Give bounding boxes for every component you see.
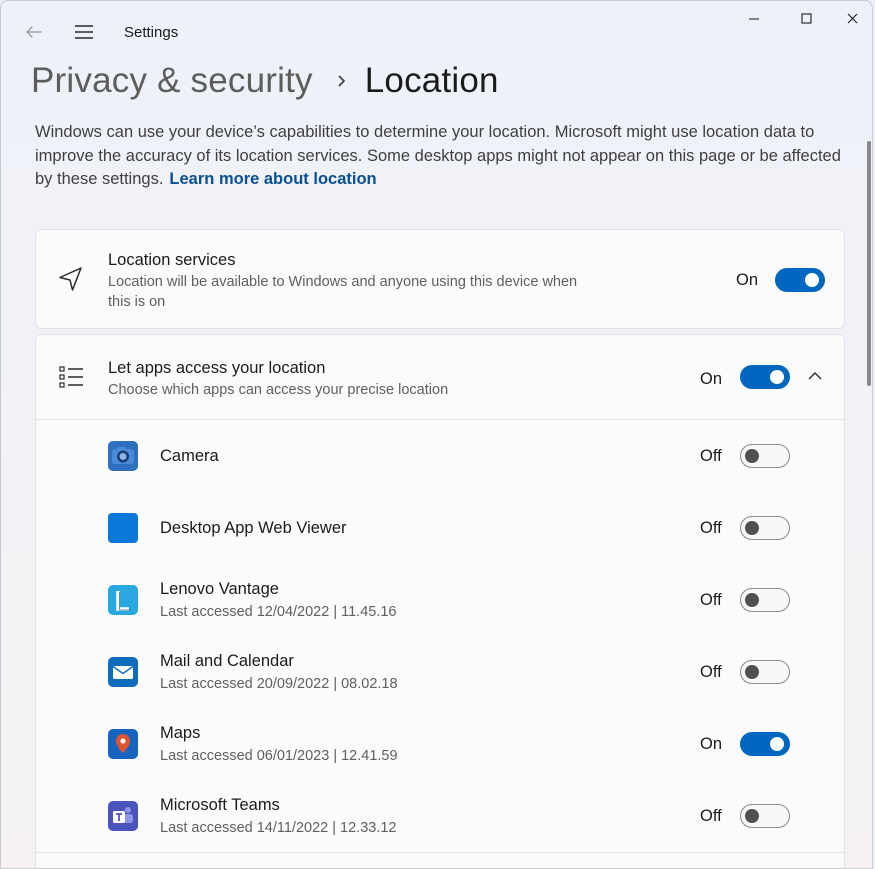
apps-access-title: Let apps access your location: [108, 359, 326, 377]
app-state: Off: [700, 807, 722, 825]
teams-location-toggle[interactable]: [740, 804, 790, 828]
maximize-icon[interactable]: [783, 5, 829, 33]
toggle-knob: [745, 592, 759, 607]
settings-window: Settings Privacy & security Location Win…: [0, 0, 873, 869]
maps-app-icon: [108, 729, 138, 759]
app-row-lenovo-vantage: Lenovo Vantage Last accessed 12/04/2022 …: [36, 564, 844, 637]
list-icon: [56, 362, 86, 392]
app-state: Off: [700, 591, 722, 609]
chevron-up-icon[interactable]: [806, 367, 824, 385]
app-name: Microsoft Teams: [160, 796, 280, 814]
web-viewer-location-toggle[interactable]: [740, 516, 790, 540]
location-services-subtitle-1: Location will be available to Windows an…: [108, 274, 578, 290]
mail-app-icon: [108, 657, 138, 687]
app-row-camera: Camera Off: [36, 420, 844, 493]
toggle-knob: [770, 737, 784, 751]
app-state: Off: [700, 519, 722, 537]
app-last-accessed: Last accessed 12/04/2022 | 11.45.16: [160, 604, 397, 620]
toggle-knob: [745, 664, 759, 679]
teams-app-icon: [108, 801, 138, 831]
app-row-desktop-app-web-viewer: Desktop App Web Viewer Off: [36, 492, 844, 565]
close-icon[interactable]: [829, 5, 872, 33]
hamburger-menu-icon[interactable]: [71, 19, 97, 45]
app-state: Off: [700, 663, 722, 681]
location-services-title: Location services: [108, 251, 236, 269]
mail-location-toggle[interactable]: [740, 660, 790, 684]
app-row-mail-and-calendar: Mail and Calendar Last accessed 20/09/20…: [36, 636, 844, 709]
location-services-toggle[interactable]: [775, 268, 825, 292]
app-name: Maps: [160, 724, 201, 742]
location-services-card: Location services Location will be avail…: [35, 229, 845, 329]
app-state: On: [700, 735, 723, 753]
app-state: Off: [700, 447, 722, 465]
camera-app-icon: [108, 441, 138, 471]
title-bar: Settings: [1, 1, 872, 63]
app-name: Mail and Calendar: [160, 652, 294, 670]
maps-location-toggle[interactable]: [740, 732, 790, 756]
app-name: Lenovo Vantage: [160, 580, 279, 598]
apps-access-header[interactable]: Let apps access your location Choose whi…: [36, 335, 844, 420]
app-name: Camera: [160, 447, 219, 465]
app-last-accessed: Last accessed 06/01/2023 | 12.41.59: [160, 748, 398, 764]
app-title: Settings: [124, 24, 179, 41]
learn-more-link[interactable]: Learn more about location: [169, 170, 376, 188]
chevron-right-icon: [335, 74, 349, 88]
camera-location-toggle[interactable]: [740, 444, 790, 468]
app-last-accessed: Last accessed 20/09/2022 | 08.02.18: [160, 676, 398, 692]
location-services-subtitle-2: this is on: [108, 294, 166, 310]
apps-access-subtitle: Choose which apps can access your precis…: [108, 382, 449, 398]
toggle-knob: [805, 273, 819, 287]
description-text: Windows can use your device’s capabiliti…: [35, 123, 841, 188]
page-description: Windows can use your device’s capabiliti…: [35, 121, 850, 192]
app-row-maps: Maps Last accessed 06/01/2023 | 12.41.59…: [36, 708, 844, 781]
back-arrow-icon[interactable]: [21, 19, 47, 45]
breadcrumb: Privacy & security Location: [31, 59, 499, 103]
toggle-knob: [770, 370, 784, 384]
app-name: Desktop App Web Viewer: [160, 519, 347, 537]
toggle-knob: [745, 448, 759, 463]
navigation-arrow-icon: [56, 264, 86, 294]
location-services-state: On: [736, 271, 759, 289]
lenovo-vantage-location-toggle[interactable]: [740, 588, 790, 612]
toggle-knob: [745, 520, 759, 535]
toggle-knob: [745, 808, 759, 823]
page-title: Location: [364, 61, 499, 100]
vertical-scrollbar[interactable]: [867, 141, 871, 386]
app-last-accessed: Last accessed 14/11/2022 | 12.33.12: [160, 820, 397, 836]
web-viewer-app-icon: [108, 513, 138, 543]
app-row-microsoft-teams: Microsoft Teams Last accessed 14/11/2022…: [36, 780, 844, 853]
minimize-icon[interactable]: [731, 5, 777, 33]
lenovo-vantage-app-icon: [108, 585, 138, 615]
apps-access-state: On: [700, 370, 723, 388]
breadcrumb-parent[interactable]: Privacy & security: [31, 61, 313, 101]
apps-access-toggle[interactable]: [740, 365, 790, 389]
apps-access-card: Let apps access your location Choose whi…: [35, 334, 845, 868]
